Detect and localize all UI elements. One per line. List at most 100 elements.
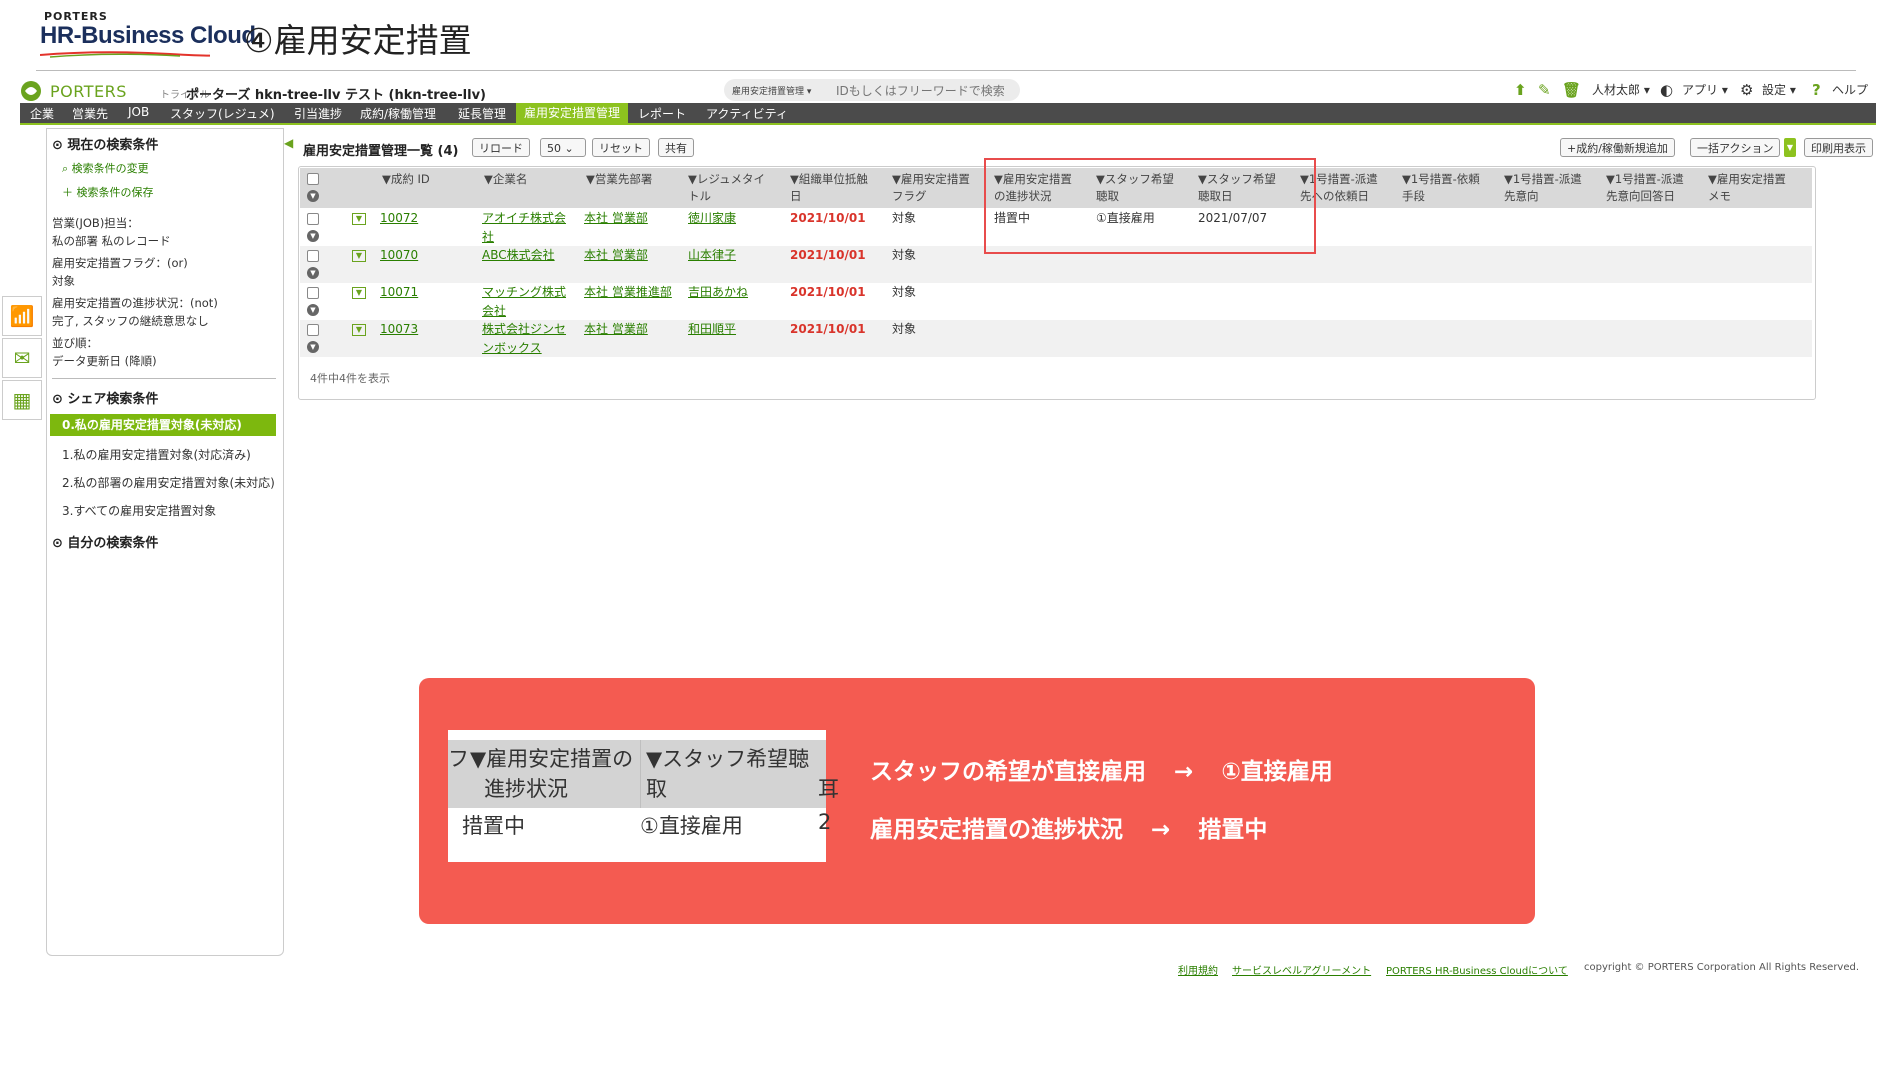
share-button[interactable]: 共有 xyxy=(658,138,694,157)
cell-contract-id[interactable]: 10071 xyxy=(380,283,418,302)
col-header-resume-title[interactable]: ▼レジュメタイ トル xyxy=(688,171,765,205)
col-header-client-intent[interactable]: ▼1号措置-派遣 先意向 xyxy=(1504,171,1582,205)
edit-icon[interactable]: ✎ xyxy=(1538,81,1551,99)
cell-company[interactable]: マッチング株式 会社 xyxy=(482,283,566,321)
search-input[interactable] xyxy=(834,79,1018,103)
row-checkbox[interactable] xyxy=(307,213,319,225)
nav-staff[interactable]: スタッフ(レジュメ) xyxy=(170,105,275,122)
col-header-company[interactable]: ▼企業名 xyxy=(484,171,527,188)
cell-company[interactable]: 株式会社ジンセ ンボックス xyxy=(482,320,566,358)
cell-contract-id[interactable]: 10070 xyxy=(380,246,418,265)
footer-terms-link[interactable]: 利用規約 xyxy=(1178,962,1218,977)
trash-icon[interactable]: 🗑 xyxy=(1562,81,1581,99)
cell-resume[interactable]: 吉田あかね xyxy=(688,283,748,302)
condition-line: 営業(JOB)担当： xyxy=(52,216,139,230)
apps-menu[interactable]: アプリ ▾ xyxy=(1682,81,1728,98)
nav-sales-target[interactable]: 営業先 xyxy=(72,105,108,122)
col-header-line: メモ xyxy=(1708,189,1731,203)
bulk-action-caret-icon[interactable]: ▼ xyxy=(1784,138,1796,157)
col-header-memo[interactable]: ▼雇用安定措置 メモ xyxy=(1708,171,1786,205)
porters-logo-text[interactable]: PORTERS xyxy=(50,82,127,101)
collapse-sidebar-icon[interactable]: ◀ xyxy=(284,136,293,150)
col-header-request-method[interactable]: ▼1号措置-依頼 手段 xyxy=(1402,171,1480,205)
row-options-icon[interactable]: ▼ xyxy=(307,230,319,242)
share-item-2[interactable]: 2.私の部署の雇用安定措置対象(未対応) xyxy=(62,474,275,491)
row-expand-icon[interactable]: ▼ xyxy=(352,287,366,299)
col-header-department[interactable]: ▼営業先部署 xyxy=(586,171,652,188)
cell-resume[interactable]: 山本律子 xyxy=(688,246,736,265)
condition-line: データ更新日 (降順) xyxy=(52,354,157,368)
row-checkbox[interactable] xyxy=(307,324,319,336)
header-options-icon[interactable]: ▼ xyxy=(307,190,319,202)
record-count-text: 4件中4件を表示 xyxy=(310,372,390,385)
row-options-icon[interactable]: ▼ xyxy=(307,341,319,353)
help-link[interactable]: ヘルプ xyxy=(1832,81,1868,98)
nav-activity[interactable]: アクティビティ xyxy=(706,105,788,122)
col-header-stability-flag[interactable]: ▼雇用安定措置 フラグ xyxy=(892,171,970,205)
bulk-action-button[interactable]: 一括アクション xyxy=(1690,138,1781,157)
col-header-line: ▼営業先部署 xyxy=(586,172,653,186)
search-scope-select[interactable]: 雇用安定措置管理 ▾ xyxy=(732,84,811,97)
cell-contract-id[interactable]: 10072 xyxy=(380,209,418,228)
col-header-intent-reply-date[interactable]: ▼1号措置-派遣 先意向回答日 xyxy=(1606,171,1684,205)
settings-menu[interactable]: 設定 ▾ xyxy=(1762,81,1796,98)
cell-department[interactable]: 本社 営業部 xyxy=(584,209,648,228)
cell-department[interactable]: 本社 営業部 xyxy=(584,246,648,265)
cell-department[interactable]: 本社 営業部 xyxy=(584,320,648,339)
row-options-icon[interactable]: ▼ xyxy=(307,304,319,316)
col-header-contract-id[interactable]: ▼成約 ID xyxy=(382,171,430,188)
row-expand-icon[interactable]: ▼ xyxy=(352,250,366,262)
select-all-checkbox[interactable] xyxy=(307,173,319,185)
page-size-select[interactable]: 50 ⌄ xyxy=(540,138,586,157)
row-checkbox[interactable] xyxy=(307,250,319,262)
gear-icon[interactable]: ⚙ xyxy=(1740,81,1753,99)
cell-resume[interactable]: 徳川家康 xyxy=(688,209,736,228)
footer-sla-link[interactable]: サービスレベルアグリーメント xyxy=(1232,962,1371,977)
save-conditions-link[interactable]: ＋ 検索条件の保存 xyxy=(62,184,154,200)
row-expand-icon[interactable]: ▼ xyxy=(352,324,366,336)
share-item-0[interactable]: 0.私の雇用安定措置対象(未対応) xyxy=(50,414,276,436)
nav-employment-stability[interactable]: 雇用安定措置管理 xyxy=(516,103,629,123)
add-contract-button[interactable]: +成約/稼働新規追加 xyxy=(1560,138,1675,157)
porters-logo-icon[interactable] xyxy=(20,80,42,102)
help-icon[interactable]: ? xyxy=(1812,81,1821,99)
nav-company[interactable]: 企業 xyxy=(30,105,54,122)
upload-icon[interactable]: ⬆ xyxy=(1514,81,1527,99)
calendar-icon[interactable]: ▦ xyxy=(2,380,42,420)
nav-allocation[interactable]: 引当進捗 xyxy=(294,105,342,122)
share-item-3[interactable]: 3.すべての雇用安定措置対象 xyxy=(62,502,216,519)
footer-about-link[interactable]: PORTERS HR-Business Cloudについて xyxy=(1386,962,1568,977)
cell-contract-id[interactable]: 10073 xyxy=(380,320,418,339)
nav-extension[interactable]: 延長管理 xyxy=(458,105,506,122)
nav-contract[interactable]: 成約/稼働管理 xyxy=(360,105,436,122)
row-expand-icon[interactable]: ▼ xyxy=(352,213,366,225)
col-header-conflict-date[interactable]: ▼組織単位抵触日 xyxy=(790,171,868,205)
cell-company-line: アオイチ株式会 xyxy=(482,211,567,225)
cell-stability-flag: 対象 xyxy=(892,211,917,225)
col-header-line: ▼雇用安定措置 xyxy=(892,172,970,186)
zoom-header-line: 取 xyxy=(646,777,667,801)
apps-icon[interactable]: ◐ xyxy=(1660,81,1673,99)
cell-department[interactable]: 本社 営業推進部 xyxy=(584,283,672,302)
row-options-icon[interactable]: ▼ xyxy=(307,267,319,279)
cell-company-line: 会社 xyxy=(482,304,507,318)
current-conditions-title[interactable]: ⊙ 現在の検索条件 xyxy=(52,134,158,153)
nav-job[interactable]: JOB xyxy=(128,105,149,119)
change-conditions-link[interactable]: ⌕ 検索条件の変更 xyxy=(62,160,149,176)
nav-report[interactable]: レポート xyxy=(638,105,686,122)
cell-company[interactable]: ABC株式会社 xyxy=(482,246,555,265)
print-view-button[interactable]: 印刷用表示 xyxy=(1804,138,1873,157)
row-checkbox[interactable] xyxy=(307,287,319,299)
share-item-1[interactable]: 1.私の雇用安定措置対象(対応済み) xyxy=(62,446,251,463)
cell-company[interactable]: アオイチ株式会社 xyxy=(482,209,566,247)
col-header-line: フラグ xyxy=(892,189,927,203)
reload-button[interactable]: リロード xyxy=(472,138,530,157)
col-header-line: ▼1号措置-依頼 xyxy=(1402,172,1480,186)
share-conditions-title[interactable]: ⊙ シェア検索条件 xyxy=(52,388,158,407)
user-menu[interactable]: 人材太郎 ▾ xyxy=(1592,81,1650,98)
own-conditions-title[interactable]: ⊙ 自分の検索条件 xyxy=(52,532,158,551)
mail-icon[interactable]: ✉ xyxy=(2,338,42,378)
reset-button[interactable]: リセット xyxy=(592,138,650,157)
chart-icon[interactable]: 📶 xyxy=(2,296,42,336)
cell-resume[interactable]: 和田順平 xyxy=(688,320,736,339)
